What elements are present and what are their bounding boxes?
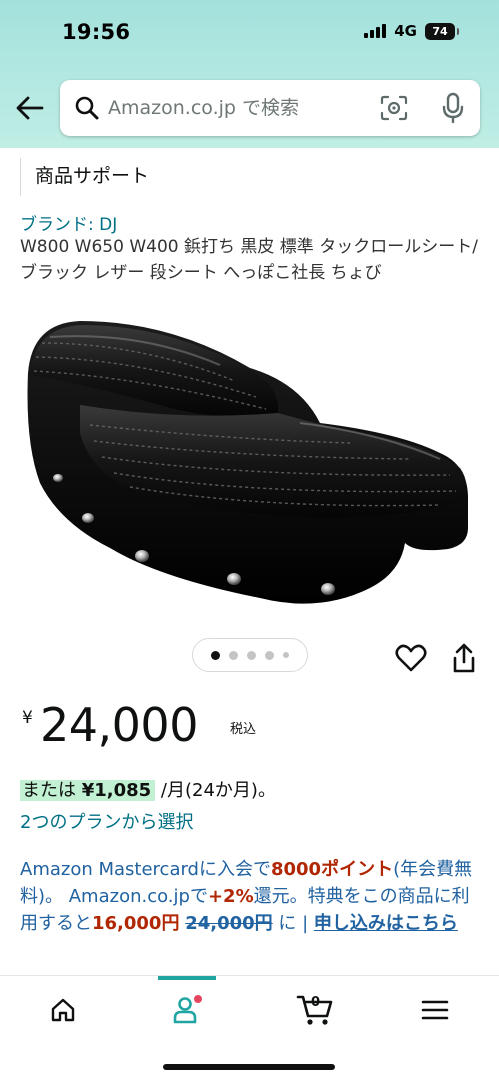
search-input[interactable] xyxy=(108,93,368,123)
promo-old-price: 24,000円 xyxy=(185,913,273,934)
app-header: 19:56 4G 74 xyxy=(0,0,499,148)
carousel-dot[interactable] xyxy=(247,650,256,660)
promo-text: Amazon Mastercardに入会で xyxy=(20,859,271,880)
product-support-link[interactable]: 商品サポート xyxy=(20,158,149,196)
network-type: 4G xyxy=(394,22,417,40)
share-icon[interactable] xyxy=(451,642,477,674)
tax-label: 税込 xyxy=(230,722,257,737)
promo-points: 8000ポイント xyxy=(270,859,394,880)
battery-level: 74 xyxy=(432,24,448,38)
product-support-label: 商品サポート xyxy=(35,165,150,187)
installment-amount: ¥1,085 xyxy=(81,780,152,801)
product-detail: 商品サポート ブランド: DJ W800 W650 W400 鋲打ち 黒皮 標準… xyxy=(0,148,499,978)
price-currency: ¥ xyxy=(22,708,33,728)
nav-home[interactable] xyxy=(38,990,88,1030)
nav-account[interactable] xyxy=(162,990,212,1030)
brand-link[interactable]: ブランド: DJ xyxy=(20,210,117,235)
bottom-nav: 0 xyxy=(0,975,499,1080)
carousel-dot[interactable] xyxy=(265,650,274,660)
installment-prefix: または xyxy=(22,780,82,801)
promo-rate: +2% xyxy=(207,886,254,907)
installment-info: または ¥1,085 /月(24か月)。 xyxy=(20,776,276,802)
promo-text: に | xyxy=(272,913,314,934)
installment-highlight: または ¥1,085 xyxy=(20,780,156,801)
home-icon xyxy=(51,998,75,1022)
microphone-icon[interactable] xyxy=(442,92,464,124)
price-value: 24,000 xyxy=(40,698,198,752)
home-indicator xyxy=(163,1064,335,1070)
apply-link[interactable]: 申し込みはこちら xyxy=(314,913,458,934)
menu-icon xyxy=(421,1000,449,1020)
account-icon xyxy=(173,995,202,1024)
cut-off-links-row xyxy=(20,148,480,156)
promo-new-price: 16,000円 xyxy=(92,913,180,934)
back-arrow-icon[interactable] xyxy=(14,92,46,124)
carousel-dot[interactable] xyxy=(211,650,220,660)
search-bar[interactable] xyxy=(60,80,480,136)
nav-menu[interactable] xyxy=(410,990,460,1030)
image-carousel-indicator[interactable] xyxy=(192,638,308,672)
mastercard-promo[interactable]: Amazon Mastercardに入会で8000ポイント(年会費無料)。 Am… xyxy=(20,856,482,937)
signal-icon xyxy=(364,24,387,38)
product-image[interactable] xyxy=(20,313,480,613)
active-tab-indicator xyxy=(158,976,216,980)
heart-icon[interactable] xyxy=(395,644,427,672)
status-bar: 19:56 4G 74 xyxy=(0,0,499,66)
nav-cart[interactable]: 0 xyxy=(290,990,340,1030)
plan-select-link[interactable]: 2つのプランから選択 xyxy=(20,808,193,834)
carousel-dot[interactable] xyxy=(229,650,238,660)
carousel-dot[interactable] xyxy=(283,652,289,658)
camera-scan-icon[interactable] xyxy=(380,95,408,121)
status-indicators: 4G 74 xyxy=(364,22,459,40)
search-icon xyxy=(75,96,99,120)
status-time: 19:56 xyxy=(62,20,131,44)
battery-icon: 74 xyxy=(425,22,459,40)
product-title: W800 W650 W400 鋲打ち 黒皮 標準 タックロールシート/ブラック … xyxy=(20,237,478,283)
cart-count: 0 xyxy=(311,995,321,1010)
installment-suffix: /月(24か月)。 xyxy=(155,780,276,801)
